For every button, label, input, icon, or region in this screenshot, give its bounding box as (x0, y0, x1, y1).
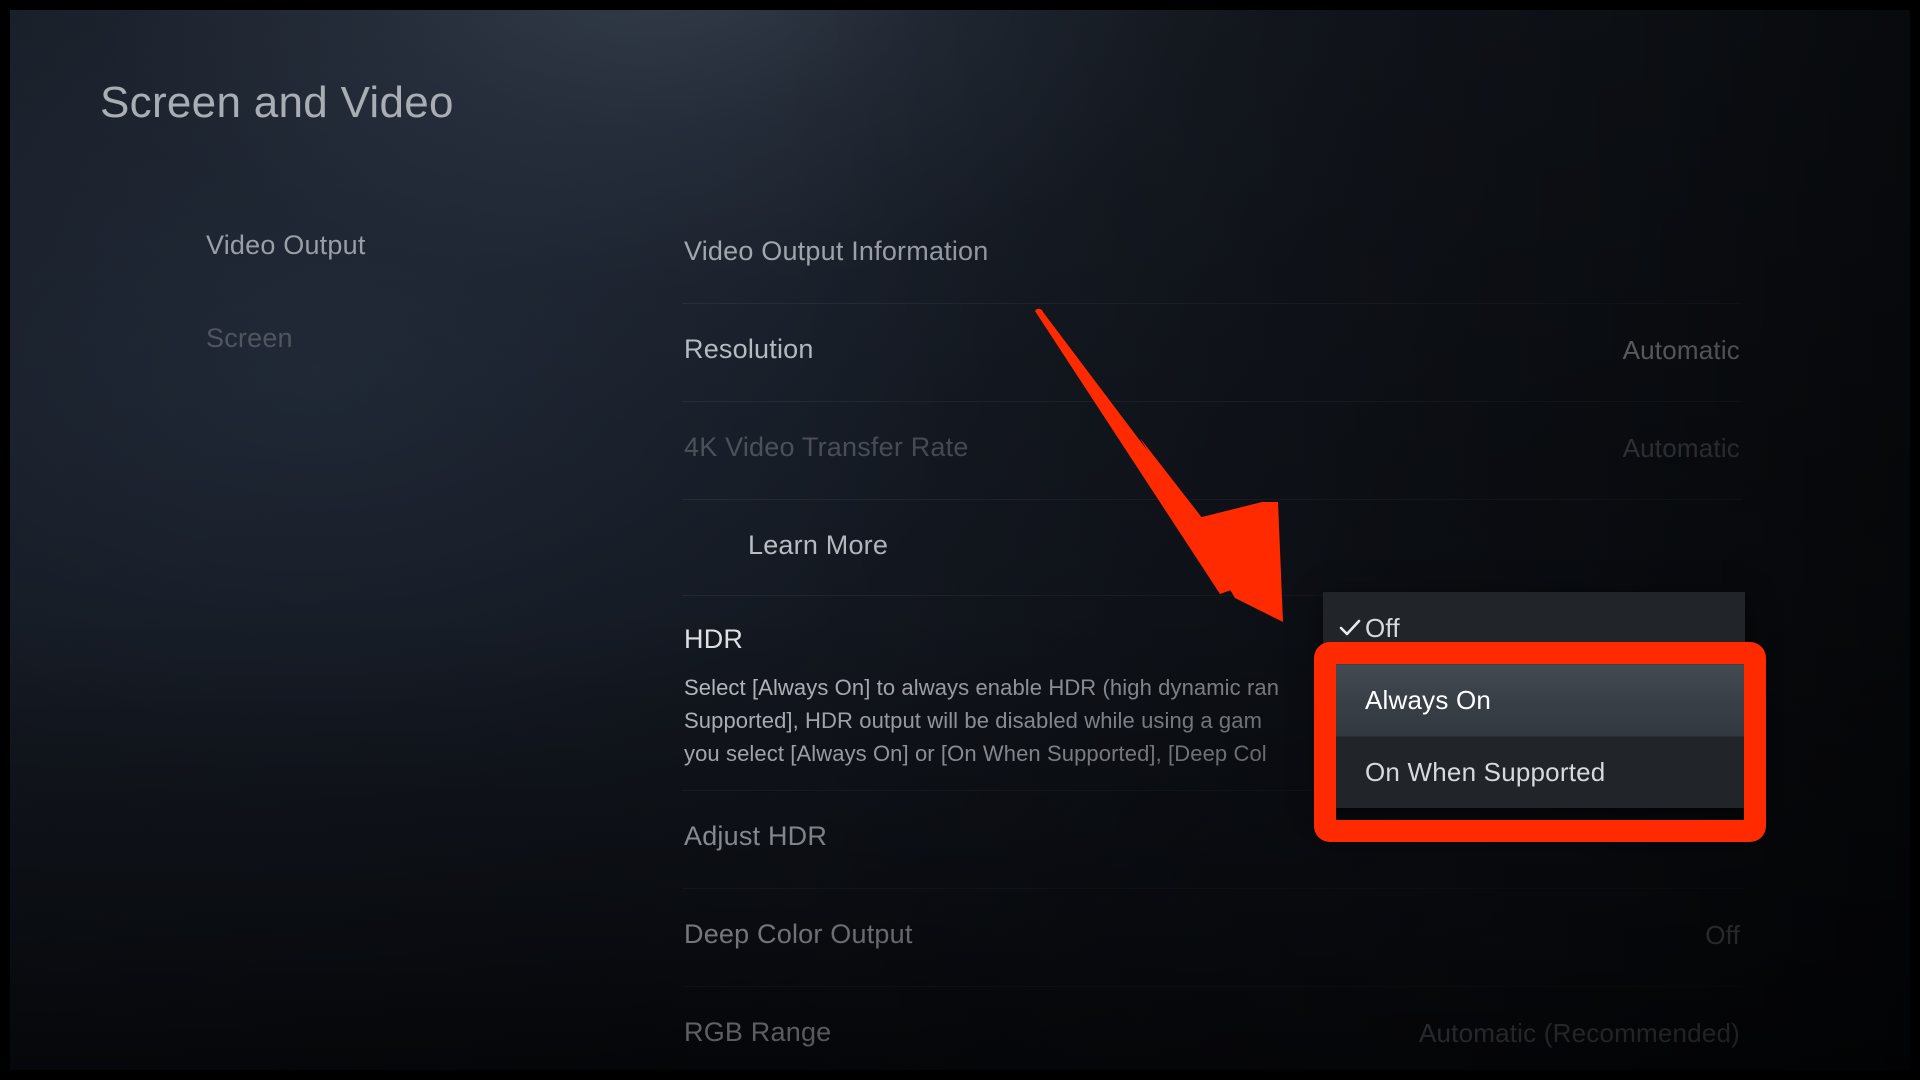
sidebar-item-video-output[interactable]: Video Output (206, 216, 546, 275)
row-label: 4K Video Transfer Rate (684, 432, 969, 462)
dropdown-option-label: On When Supported (1365, 757, 1606, 787)
dropdown-option-on-when-supported[interactable]: On When Supported (1323, 736, 1745, 808)
row-video-output-information[interactable]: Video Output Information (682, 206, 1742, 304)
row-learn-more[interactable]: Learn More (682, 500, 1742, 596)
row-deep-color-output[interactable]: Deep Color Output Off (682, 889, 1742, 987)
row-value: Automatic (1622, 433, 1740, 463)
sidebar-nav: Video Output Screen (206, 216, 546, 402)
row-label: Video Output Information (684, 236, 989, 266)
dropdown-option-label: Always On (1365, 685, 1492, 715)
ps5-settings-screen: Screen and Video Video Output Screen Vid… (0, 0, 1920, 1080)
row-label: Deep Color Output (684, 919, 913, 949)
row-resolution[interactable]: Resolution Automatic (682, 304, 1742, 402)
row-value: Off (1705, 920, 1740, 950)
row-rgb-range[interactable]: RGB Range Automatic (Recommended) (682, 987, 1742, 1070)
dropdown-option-label: Off (1365, 612, 1400, 643)
row-label: Adjust HDR (684, 821, 828, 851)
dropdown-option-always-on[interactable]: Always On (1323, 664, 1745, 736)
row-label: Resolution (684, 334, 814, 364)
checkmark-icon (1337, 615, 1363, 641)
dropdown-option-off[interactable]: Off (1323, 592, 1745, 664)
row-4k-video-transfer-rate[interactable]: 4K Video Transfer Rate Automatic (682, 402, 1742, 500)
console-screen-frame: Screen and Video Video Output Screen Vid… (10, 10, 1910, 1070)
learn-more-link: Learn More (748, 530, 889, 560)
row-label: RGB Range (684, 1017, 832, 1047)
hdr-dropdown-menu[interactable]: Off Always On On When Supported (1323, 592, 1745, 808)
row-value: Automatic (Recommended) (1418, 1018, 1740, 1048)
page-title: Screen and Video (100, 78, 454, 127)
row-value: Automatic (1622, 335, 1740, 365)
sidebar-item-screen[interactable]: Screen (206, 309, 546, 368)
